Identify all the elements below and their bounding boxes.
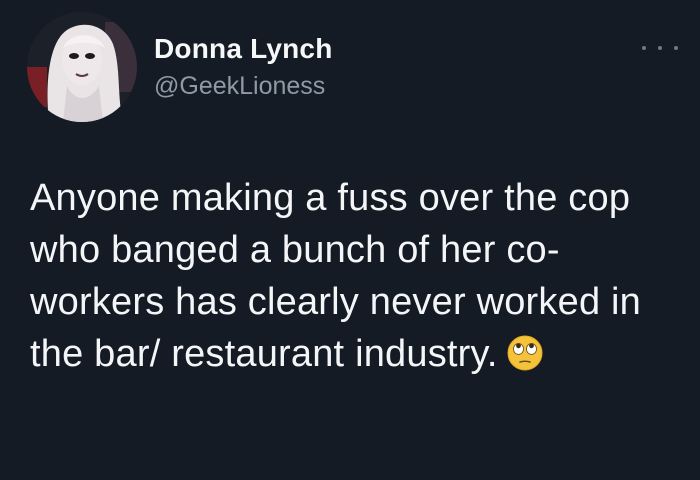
author-info: Donna Lynch @GeekLioness bbox=[154, 32, 333, 102]
tweet-text: Anyone making a fuss over the cop who ba… bbox=[30, 172, 670, 380]
more-options-icon-dot bbox=[674, 46, 678, 50]
rolling-eyes-emoji-icon bbox=[506, 334, 544, 372]
avatar[interactable] bbox=[27, 12, 137, 122]
more-options-icon bbox=[642, 46, 646, 50]
more-options-icon-dot bbox=[658, 46, 662, 50]
tweet-body: Anyone making a fuss over the cop who ba… bbox=[30, 177, 642, 375]
more-options-button[interactable] bbox=[642, 40, 678, 56]
author-handle[interactable]: @GeekLioness bbox=[154, 70, 333, 102]
profile-photo-icon bbox=[27, 12, 137, 122]
tweet-card: Donna Lynch @GeekLioness Anyone making a… bbox=[0, 0, 700, 480]
author-display-name[interactable]: Donna Lynch bbox=[154, 32, 333, 66]
